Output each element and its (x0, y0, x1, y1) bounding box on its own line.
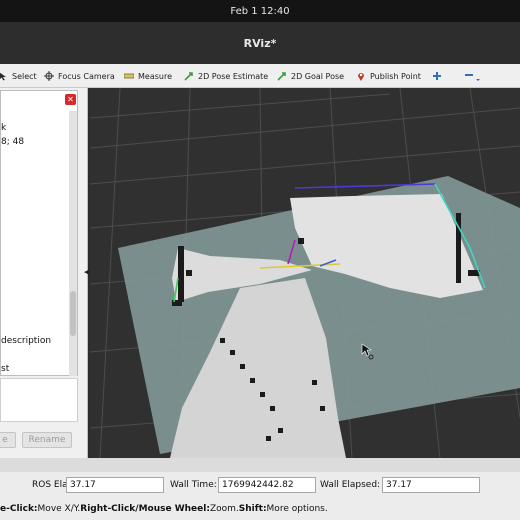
ros-elapsed-field[interactable]: 37.17 (66, 477, 164, 493)
focus-camera-label: Focus Camera (58, 71, 115, 81)
description-tail: st (1, 364, 10, 374)
measure-label: Measure (138, 71, 172, 81)
measure-tool[interactable]: Measure (124, 69, 172, 83)
splitter-handle[interactable]: ◀ (84, 268, 90, 276)
tools-toolbar: Select Focus Camera Measure 2D Pose Esti… (0, 64, 520, 88)
wall-time-field[interactable]: 1769942442.82 (218, 477, 316, 493)
select-tool-label: Select (12, 71, 37, 81)
scene-canvas (90, 88, 520, 458)
remove-display-label: e (2, 435, 8, 445)
tree-scrollbar-thumb[interactable] (70, 291, 76, 336)
map-pin-icon (358, 73, 364, 81)
wall-elapsed-field[interactable]: 37.17 (382, 477, 480, 493)
description-heading: description (1, 336, 52, 346)
close-panel-button[interactable]: ✕ (65, 94, 76, 105)
system-clock[interactable]: Feb 1 12:40 (230, 6, 289, 17)
plus-icon (433, 72, 441, 80)
rename-display-button[interactable]: Rename (22, 432, 72, 448)
render-viewport[interactable] (90, 88, 520, 458)
select-tool[interactable]: Select (0, 69, 37, 83)
description-box (0, 378, 78, 422)
goal-pose-tool[interactable]: 2D Goal Pose (277, 69, 344, 83)
hint-text-zoom: Zoom. (209, 504, 239, 514)
minus-dropdown-icon (465, 74, 480, 81)
publish-point-tool[interactable]: Publish Point (356, 69, 421, 83)
pose-estimate-tool[interactable]: 2D Pose Estimate (184, 69, 268, 83)
wall-time-label: Wall Time: (170, 480, 217, 490)
rename-display-label: Rename (28, 435, 66, 445)
hint-key-right-click: Right-Click/Mouse Wheel: (80, 504, 210, 514)
wall-elapsed-label: Wall Elapsed: (320, 480, 381, 490)
green-arrow-icon (277, 72, 286, 81)
tree-text-1: k (1, 123, 7, 133)
remove-tool-button[interactable] (464, 69, 482, 83)
hint-text-options: More options. (266, 504, 328, 514)
viewport-bottom-strip (0, 458, 520, 472)
tree-scrollbar[interactable] (69, 111, 77, 376)
close-icon: ✕ (67, 95, 74, 104)
hint-bar: e-Click: Move X/Y. Right-Click/Mouse Whe… (0, 498, 520, 520)
green-arrow-icon (184, 72, 193, 81)
displays-tree[interactable]: ✕ k 8; 48 description st (0, 90, 78, 376)
displays-panel: ✕ k 8; 48 description st e Rename (0, 88, 88, 460)
publish-point-label: Publish Point (370, 71, 421, 81)
focus-camera-tool[interactable]: Focus Camera (44, 69, 115, 83)
triangle-left-icon: ◀ (84, 268, 90, 276)
window-title: RViz* (243, 36, 277, 50)
pose-estimate-label: 2D Pose Estimate (198, 71, 269, 81)
goal-pose-label: 2D Goal Pose (291, 71, 345, 81)
window-title-bar: RViz* (0, 22, 520, 64)
add-tool-button[interactable] (432, 69, 442, 83)
hint-key-shift: Shift: (238, 504, 267, 514)
crosshair-icon (44, 71, 54, 81)
hint-key-left-click: e-Click: (0, 504, 38, 514)
tree-text-2: 8; 48 (1, 137, 25, 147)
hint-text-move: Move X/Y. (37, 504, 81, 514)
cursor-icon (0, 72, 6, 81)
remove-display-button[interactable]: e (0, 432, 16, 448)
system-top-bar: Feb 1 12:40 (0, 0, 520, 22)
ruler-icon (124, 73, 134, 79)
